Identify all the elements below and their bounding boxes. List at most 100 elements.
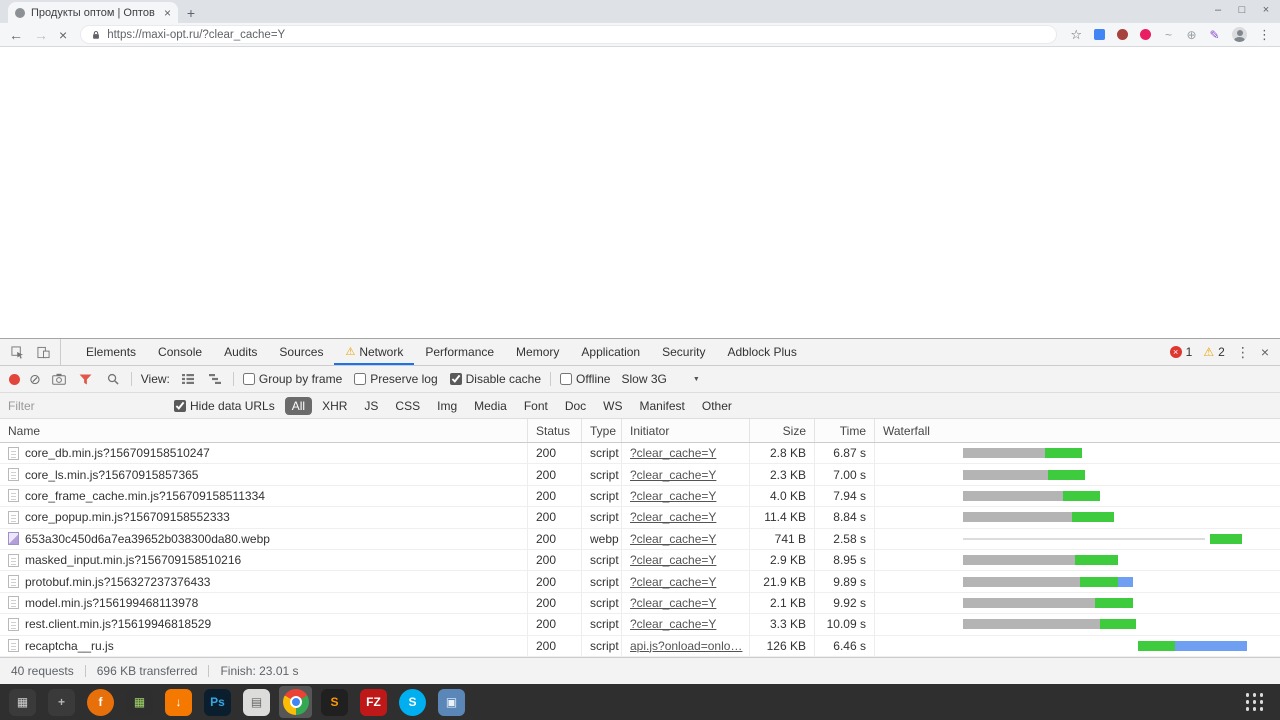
network-request-row[interactable]: protobuf.min.js?156327237376433 200 script… <box>0 571 1280 593</box>
initiator-link[interactable]: api.js?onload=onlo… <box>630 639 742 653</box>
devtools-tab-sources[interactable]: Sources <box>268 339 334 365</box>
view-overview-button[interactable] <box>206 370 224 388</box>
profile-avatar[interactable] <box>1232 27 1247 42</box>
toggle-device-toolbar-button[interactable] <box>30 339 56 365</box>
filter-pill-css[interactable]: CSS <box>388 397 427 415</box>
new-tab-button[interactable]: + <box>178 2 204 23</box>
taskbar-sublime[interactable]: S <box>318 686 351 718</box>
network-filter-input[interactable] <box>8 398 166 413</box>
address-bar[interactable]: https://maxi-opt.ru/?clear_cache=Y <box>80 25 1058 44</box>
network-request-row[interactable]: core_db.min.js?156709158510247 200 script?… <box>0 443 1280 465</box>
offline-checkbox[interactable] <box>560 373 572 385</box>
taskbar-filezilla[interactable]: FZ <box>357 686 390 718</box>
filter-pill-img[interactable]: Img <box>430 397 464 415</box>
devtools-tab-adblock-plus[interactable]: Adblock Plus <box>716 339 807 365</box>
column-header-status[interactable]: Status <box>528 419 582 442</box>
taskbar-files-app[interactable]: ▤ <box>240 686 273 718</box>
extension-flag-icon[interactable] <box>1093 29 1106 40</box>
search-button[interactable] <box>104 370 122 388</box>
checkbox-group-by-frame[interactable]: Group by frame <box>242 372 342 386</box>
extension-red-icon[interactable] <box>1116 29 1129 40</box>
filter-pill-doc[interactable]: Doc <box>558 397 593 415</box>
window-close-button[interactable]: × <box>1260 3 1272 18</box>
column-header-type[interactable]: Type <box>582 419 622 442</box>
filter-pill-xhr[interactable]: XHR <box>315 397 354 415</box>
filter-pill-all[interactable]: All <box>284 396 313 415</box>
inspect-element-button[interactable] <box>4 339 30 365</box>
network-request-row[interactable]: core_ls.min.js?15670915857365 200 script ?c… <box>0 464 1280 486</box>
window-maximize-button[interactable]: □ <box>1236 3 1248 18</box>
column-header-size[interactable]: Size <box>750 419 815 442</box>
preserve-log-checkbox[interactable] <box>354 373 367 385</box>
view-list-button[interactable] <box>179 370 197 388</box>
devtools-menu-icon[interactable]: ⋮ <box>1236 345 1250 359</box>
column-header-name[interactable]: Name <box>0 419 528 442</box>
group-by-frame-checkbox[interactable] <box>242 373 255 385</box>
bookmark-star-icon[interactable]: ☆ <box>1070 28 1082 41</box>
disable-cache-checkbox[interactable] <box>449 373 462 385</box>
initiator-link[interactable]: ?clear_cache=Y <box>630 489 716 503</box>
column-header-initiator[interactable]: Initiator <box>622 419 750 442</box>
initiator-link[interactable]: ?clear_cache=Y <box>630 468 716 482</box>
console-error-badge[interactable]: × 1 <box>1169 345 1192 359</box>
hide-data-urls-toggle[interactable]: Hide data URLs <box>174 399 275 413</box>
taskbar-photoshop[interactable]: Ps <box>201 686 234 718</box>
network-request-row[interactable]: core_frame_cache.min.js?156709158511334 2… <box>0 485 1280 508</box>
devtools-tab-security[interactable]: Security <box>651 339 716 365</box>
extension-globe-icon[interactable]: ⊕ <box>1185 29 1198 41</box>
taskbar-app-tools[interactable]: + <box>45 686 78 718</box>
network-request-row[interactable]: core_popup.min.js?156709158552333 200 scri… <box>0 507 1280 529</box>
devtools-tab-console[interactable]: Console <box>147 339 213 365</box>
hide-data-urls-checkbox[interactable] <box>174 399 186 412</box>
tab-close-icon[interactable]: × <box>164 7 171 19</box>
taskbar-app-orange[interactable]: ↓ <box>162 686 195 718</box>
window-minimize-button[interactable]: – <box>1212 3 1224 18</box>
record-network-log-button[interactable] <box>9 373 20 385</box>
network-request-row[interactable]: rest.client.min.js?15619946818529 200 scri… <box>0 614 1280 636</box>
initiator-link[interactable]: ?clear_cache=Y <box>630 532 716 546</box>
checkbox-disable-cache[interactable]: Disable cache <box>449 372 541 386</box>
network-request-row[interactable]: 653a30c450d6a7ea39652b038300da80.webp 200… <box>0 528 1280 550</box>
browser-tab[interactable]: Продукты оптом | Оптов × <box>8 2 178 23</box>
clear-network-log-button[interactable]: ⊘ <box>29 372 41 386</box>
devtools-tab-audits[interactable]: Audits <box>213 339 268 365</box>
filter-pill-other[interactable]: Other <box>695 397 739 415</box>
initiator-link[interactable]: ?clear_cache=Y <box>630 510 716 524</box>
filter-toggle-button[interactable] <box>77 370 95 388</box>
initiator-link[interactable]: ?clear_cache=Y <box>630 575 716 589</box>
initiator-link[interactable]: ?clear_cache=Y <box>630 446 716 460</box>
network-request-row[interactable]: recaptcha__ru.js 200 script api.js?onload=o… <box>0 635 1280 657</box>
taskbar-app-grid[interactable]: ▦ <box>6 686 39 718</box>
capture-screenshots-button[interactable] <box>50 370 68 388</box>
column-header-waterfall[interactable]: Waterfall <box>875 419 1280 442</box>
checkbox-preserve-log[interactable]: Preserve log <box>354 372 438 386</box>
devtools-tab-network[interactable]: ⚠ Network <box>334 339 414 365</box>
taskbar-app-calculator[interactable]: ▦ <box>123 686 156 718</box>
show-applications-button[interactable] <box>1245 693 1264 712</box>
taskbar-chrome[interactable] <box>279 686 312 718</box>
devtools-close-icon[interactable]: × <box>1261 345 1269 359</box>
throttling-dropdown[interactable]: Slow 3G ▼ <box>621 372 699 386</box>
column-header-time[interactable]: Time <box>815 419 875 442</box>
filter-pill-media[interactable]: Media <box>467 397 514 415</box>
initiator-link[interactable]: ?clear_cache=Y <box>630 617 716 631</box>
initiator-link[interactable]: ?clear_cache=Y <box>630 596 716 610</box>
taskbar-firefox[interactable]: f <box>84 686 117 718</box>
forward-button[interactable]: → <box>34 28 48 42</box>
filter-pill-manifest[interactable]: Manifest <box>633 397 692 415</box>
initiator-link[interactable]: ?clear_cache=Y <box>630 553 716 567</box>
console-warning-badge[interactable]: ⚠ 2 <box>1203 345 1224 359</box>
extension-pink-icon[interactable] <box>1139 29 1152 40</box>
extension-tilde-icon[interactable]: ~ <box>1162 29 1175 41</box>
filter-pill-font[interactable]: Font <box>517 397 555 415</box>
back-button[interactable]: ← <box>9 28 23 42</box>
devtools-tab-memory[interactable]: Memory <box>505 339 570 365</box>
filter-pill-js[interactable]: JS <box>357 397 385 415</box>
extension-pen-icon[interactable]: ✎ <box>1208 29 1221 41</box>
devtools-tab-elements[interactable]: Elements <box>75 339 147 365</box>
network-request-row[interactable]: masked_input.min.js?156709158510216 200 sc… <box>0 549 1280 572</box>
checkbox-offline[interactable]: Offline <box>560 372 610 386</box>
filter-pill-ws[interactable]: WS <box>596 397 629 415</box>
stop-reload-button[interactable]: × <box>59 28 67 42</box>
devtools-tab-application[interactable]: Application <box>570 339 651 365</box>
